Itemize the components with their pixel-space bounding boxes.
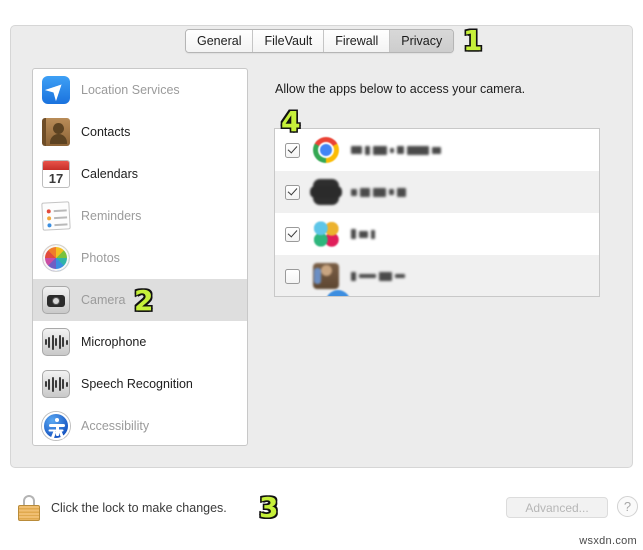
slack-app-icon [313, 221, 339, 247]
sidebar-item-calendars[interactable]: 17 Calendars [33, 153, 247, 195]
annotation-marker-1: 1 [462, 24, 484, 57]
security-privacy-tab-bar[interactable]: General FileVault Firewall Privacy [185, 29, 455, 53]
sidebar-item-label: Location Services [81, 83, 180, 97]
location-arrow-icon [42, 76, 70, 104]
app-name-redacted [351, 145, 441, 155]
dark-app-icon [310, 179, 342, 205]
photos-pinwheel-icon [42, 244, 70, 272]
sidebar-item-label: Contacts [81, 125, 131, 139]
watermark: wsxdn.com [579, 535, 637, 547]
table-row[interactable] [275, 171, 599, 213]
sidebar-item-label: Microphone [81, 335, 147, 349]
table-row[interactable] [275, 129, 599, 171]
padlock-closed-icon[interactable] [18, 495, 40, 521]
table-row[interactable] [275, 213, 599, 255]
pane-title: Allow the apps below to access your came… [275, 82, 526, 96]
lock-hint-text: Click the lock to make changes. [51, 501, 227, 515]
person-app-icon [313, 263, 339, 289]
sidebar-item-reminders[interactable]: Reminders [33, 195, 247, 237]
camera-icon [42, 286, 70, 314]
sidebar-item-label: Camera [81, 293, 126, 307]
sidebar-item-photos[interactable]: Photos [33, 237, 247, 279]
table-row[interactable] [275, 255, 599, 296]
tab-filevault[interactable]: FileVault [253, 30, 325, 52]
microphone-waveform-icon [42, 328, 70, 356]
padlock-body [18, 505, 40, 521]
advanced-button[interactable]: Advanced... [506, 497, 608, 518]
app-name-redacted [351, 271, 405, 281]
privacy-category-sidebar[interactable]: Location Services Contacts 17 Calendars … [32, 68, 248, 446]
calendar-day-number: 17 [48, 171, 64, 186]
tab-firewall[interactable]: Firewall [324, 30, 391, 52]
app-permission-list[interactable] [274, 128, 600, 297]
camera-permissions-pane: Allow the apps below to access your came… [274, 68, 611, 446]
sidebar-item-accessibility[interactable]: Accessibility [33, 405, 247, 445]
tab-general[interactable]: General [186, 30, 254, 52]
sidebar-item-label: Speech Recognition [81, 377, 193, 391]
app-permission-checkbox[interactable] [285, 142, 300, 158]
annotation-marker-3: 3 [258, 491, 280, 524]
annotation-marker-4: 4 [280, 105, 302, 138]
help-button[interactable]: ? [617, 496, 638, 517]
calendar-header-band [43, 161, 69, 170]
sidebar-item-microphone[interactable]: Microphone [33, 321, 247, 363]
sidebar-item-location-services[interactable]: Location Services [33, 69, 247, 111]
calendar-icon: 17 [42, 160, 70, 188]
app-permission-checkbox[interactable] [285, 226, 300, 242]
annotation-marker-2: 2 [133, 284, 155, 317]
sidebar-item-label: Reminders [81, 209, 142, 223]
sidebar-item-label: Photos [81, 251, 120, 265]
app-permission-checkbox[interactable] [285, 268, 300, 284]
reminders-list-icon [41, 201, 71, 231]
chrome-app-icon [313, 137, 339, 163]
app-name-redacted [351, 187, 406, 197]
sidebar-item-speech-recognition[interactable]: Speech Recognition [33, 363, 247, 405]
app-permission-checkbox[interactable] [285, 184, 300, 200]
tab-privacy[interactable]: Privacy [390, 30, 454, 52]
app-name-redacted [351, 229, 375, 239]
sidebar-item-contacts[interactable]: Contacts [33, 111, 247, 153]
speech-waveform-icon [42, 370, 70, 398]
sidebar-item-label: Calendars [81, 167, 138, 181]
contacts-book-icon [42, 118, 70, 146]
sidebar-item-label: Accessibility [81, 419, 150, 433]
accessibility-icon [42, 412, 70, 440]
